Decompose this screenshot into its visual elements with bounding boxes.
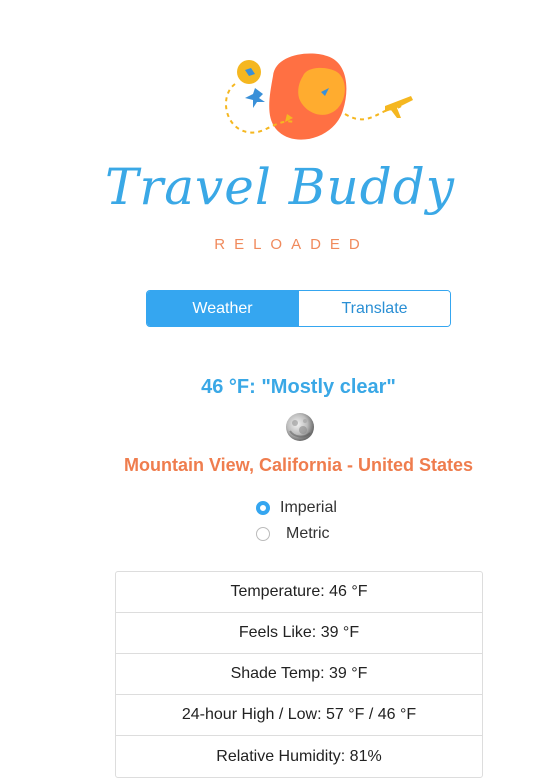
tab-bar: Weather Translate [146,290,451,327]
radio-imperial[interactable] [256,501,270,515]
weather-stats-list: Temperature: 46 °F Feels Like: 39 °F Sha… [115,571,483,778]
stat-high-low: 24-hour High / Low: 57 °F / 46 °F [116,695,482,736]
moon-icon [286,413,314,441]
brand-title: Travel Buddy [105,158,455,216]
radio-metric-label: Metric [286,525,330,542]
radio-imperial-label: Imperial [280,499,337,516]
tab-translate[interactable]: Translate [298,291,450,326]
unit-option-imperial[interactable]: Imperial [256,499,337,517]
radio-metric[interactable] [256,527,270,541]
brand-subtitle: RELOADED [214,236,369,253]
tab-weather[interactable]: Weather [147,291,298,326]
unit-option-metric[interactable]: Metric [256,525,330,543]
stat-temperature: Temperature: 46 °F [116,572,482,613]
weather-condition: 46 °F: "Mostly clear" [201,376,396,398]
stat-shade-temp: Shade Temp: 39 °F [116,654,482,695]
travel-logo-icon [225,53,413,140]
stat-feels-like: Feels Like: 39 °F [116,613,482,654]
stat-humidity: Relative Humidity: 81% [216,747,382,765]
location-label: Mountain View, California - United State… [123,455,474,475]
